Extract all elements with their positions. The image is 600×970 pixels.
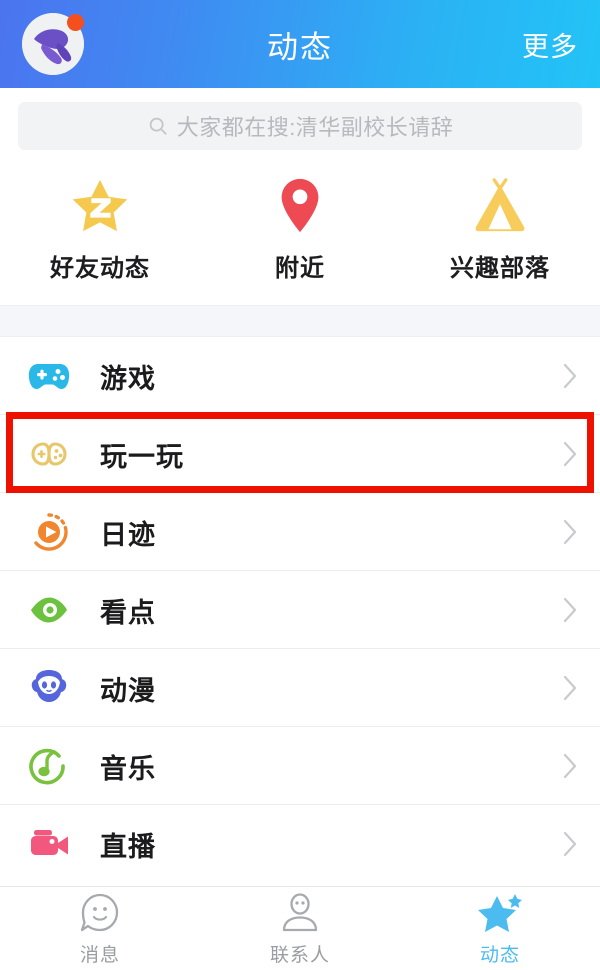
- list-item-label: 看点: [100, 597, 156, 628]
- quick-action-label: 好友动态: [50, 255, 150, 282]
- gamepad-icon: [28, 364, 70, 389]
- star-icon: [478, 893, 522, 932]
- music-note-icon: [29, 748, 65, 785]
- list-item-label: 音乐: [100, 753, 156, 784]
- eye-icon: [31, 597, 67, 623]
- quick-actions: 好友动态 附近 兴趣部落: [0, 162, 600, 305]
- list-item-kandian[interactable]: 看点: [0, 571, 600, 649]
- tab-feed[interactable]: 动态: [400, 891, 600, 967]
- app-header: 动态 更多: [0, 0, 600, 88]
- list-item-music[interactable]: 音乐: [0, 727, 600, 805]
- more-button[interactable]: 更多: [522, 25, 578, 64]
- chevron-right-icon: [563, 519, 577, 545]
- list-item-live[interactable]: 直播: [0, 805, 600, 883]
- list-item-label: 日迹: [100, 519, 156, 550]
- tent-icon: [475, 178, 525, 232]
- chevron-right-icon: [563, 441, 577, 467]
- list-item-label: 游戏: [100, 363, 156, 394]
- list-item-anime[interactable]: 动漫: [0, 649, 600, 727]
- search-input[interactable]: 大家都在搜:清华副校长请辞: [18, 102, 582, 150]
- section-divider: [0, 305, 600, 337]
- location-pin-icon: [281, 178, 319, 233]
- chevron-right-icon: [563, 363, 577, 389]
- quick-action-friends-feed[interactable]: 好友动态: [0, 176, 200, 283]
- tab-label: 动态: [479, 944, 520, 966]
- list-item-daily-trace[interactable]: 日迹: [0, 493, 600, 571]
- feature-list: 游戏 玩一玩 日迹 看点 动漫 音乐 直播: [0, 337, 600, 883]
- search-placeholder: 大家都在搜:清华副校长请辞: [176, 115, 454, 140]
- tab-messages[interactable]: 消息: [0, 891, 200, 967]
- notification-dot: [67, 14, 84, 31]
- search-zone: 大家都在搜:清华副校长请辞: [0, 88, 600, 162]
- chevron-right-icon: [563, 597, 577, 623]
- double-gamepad-icon: [31, 442, 67, 466]
- person-icon: [282, 892, 318, 931]
- quick-action-label: 附近: [275, 255, 325, 282]
- list-item-games[interactable]: 游戏: [0, 337, 600, 415]
- chat-smiley-icon: [80, 893, 119, 931]
- list-item-label: 动漫: [100, 675, 156, 706]
- page-title: 动态: [267, 29, 333, 65]
- chevron-right-icon: [563, 831, 577, 857]
- quick-action-nearby[interactable]: 附近: [200, 176, 400, 283]
- tab-label: 联系人: [269, 944, 330, 966]
- list-item-play[interactable]: 玩一玩: [0, 415, 600, 493]
- quick-action-label: 兴趣部落: [450, 255, 550, 282]
- avatar[interactable]: [22, 13, 84, 75]
- anime-face-icon: [31, 670, 67, 702]
- search-icon: [149, 117, 167, 135]
- star-z-icon: [72, 179, 128, 232]
- quick-action-interest-tribe[interactable]: 兴趣部落: [400, 176, 600, 283]
- chevron-right-icon: [563, 675, 577, 701]
- video-camera-icon: [31, 830, 68, 855]
- list-item-label: 玩一玩: [100, 441, 184, 472]
- list-item-label: 直播: [100, 831, 156, 862]
- play-circle-icon: [34, 513, 68, 551]
- bottom-tab-bar: 消息 联系人 动态: [0, 886, 600, 970]
- tab-label: 消息: [79, 944, 120, 966]
- chevron-right-icon: [563, 753, 577, 779]
- tab-contacts[interactable]: 联系人: [200, 891, 400, 967]
